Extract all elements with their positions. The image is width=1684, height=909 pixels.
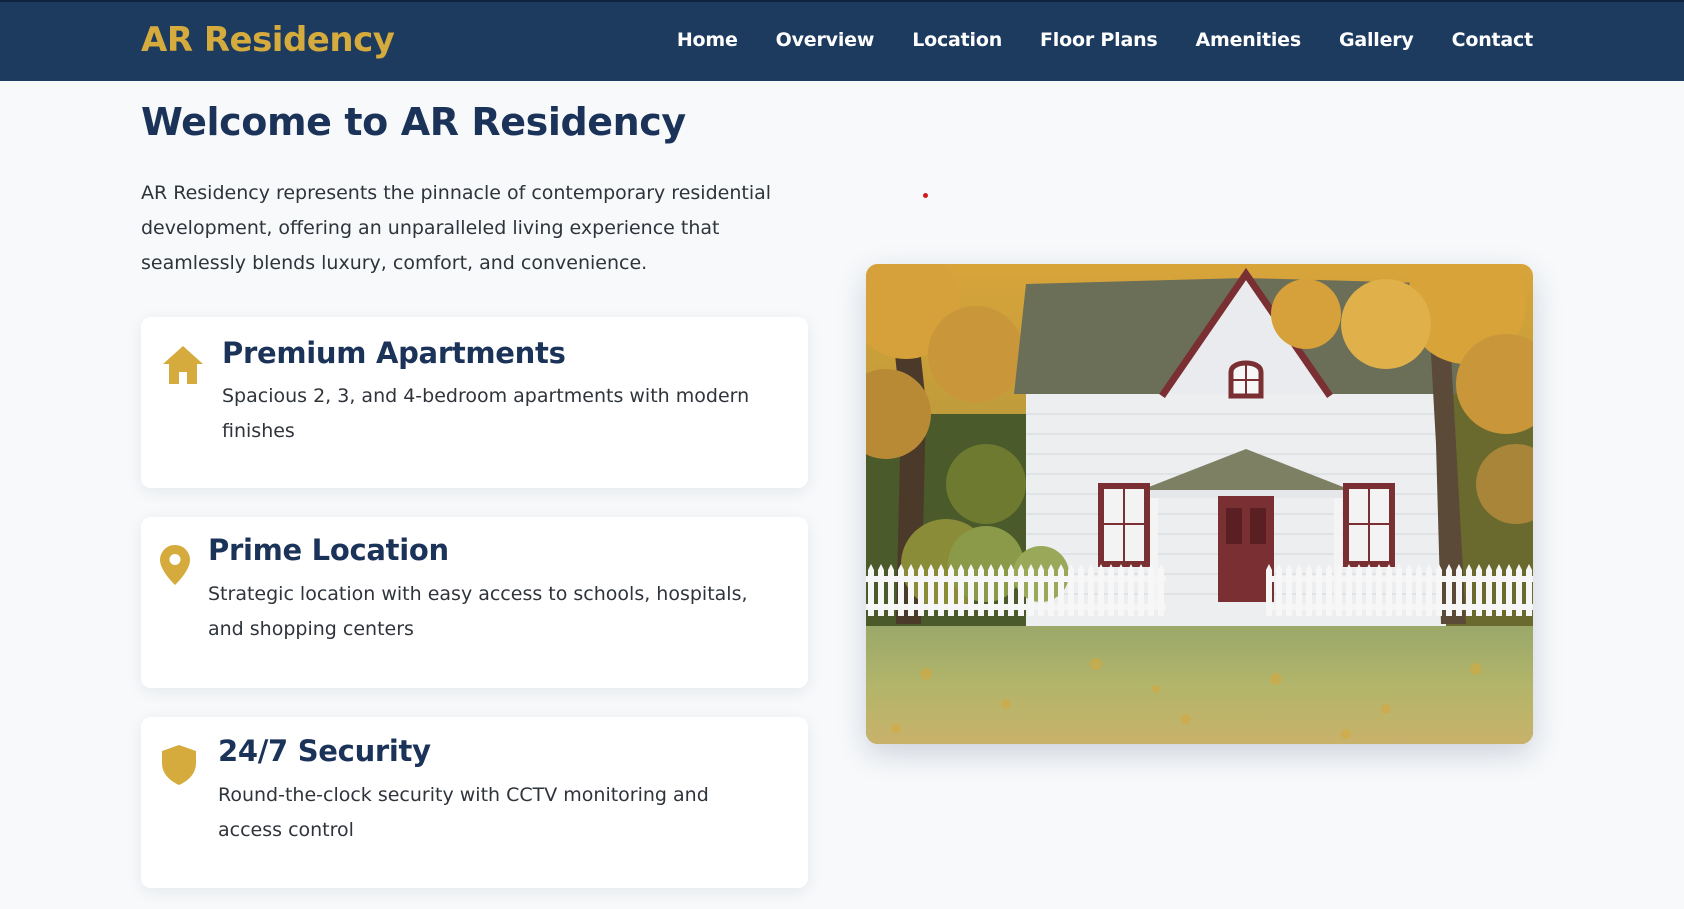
- fence-picket: [1008, 564, 1014, 616]
- nav-links: Home Overview Location Floor Plans Ameni…: [677, 29, 1533, 51]
- fence-picket: [878, 564, 884, 616]
- fence-picket: [1266, 564, 1272, 616]
- fence-picket: [1406, 564, 1412, 616]
- fence-picket: [1366, 564, 1372, 616]
- fence-picket: [1326, 564, 1332, 616]
- home-icon: [163, 346, 203, 384]
- fence-picket: [1148, 564, 1154, 616]
- feature-description: Strategic location with easy access to s…: [208, 583, 748, 640]
- nav-link-gallery[interactable]: Gallery: [1339, 29, 1414, 51]
- fence-picket: [1108, 564, 1114, 616]
- nav-link-amenities[interactable]: Amenities: [1196, 29, 1302, 51]
- fence-picket: [1128, 564, 1134, 616]
- fence-picket: [968, 564, 974, 616]
- nav-link-contact[interactable]: Contact: [1452, 29, 1534, 51]
- feature-card-security: 24/7 Security Round-the-clock security w…: [141, 717, 808, 888]
- fence-picket: [1296, 564, 1302, 616]
- fence-picket: [1286, 564, 1292, 616]
- location-pin-icon: [160, 545, 190, 585]
- fence-picket: [1526, 564, 1532, 616]
- shield-icon: [162, 745, 196, 785]
- fence-picket: [1346, 564, 1352, 616]
- intro-paragraph: AR Residency represents the pinnacle of …: [141, 182, 772, 274]
- fence-picket: [1446, 564, 1452, 616]
- fence-picket: [1376, 564, 1382, 616]
- fence-picket: [1506, 564, 1512, 616]
- fence-picket: [1336, 564, 1342, 616]
- feature-title: 24/7 Security: [218, 734, 431, 768]
- fence-picket: [988, 564, 994, 616]
- fence-picket: [998, 564, 1004, 616]
- fence-picket: [1416, 564, 1422, 616]
- fence-picket: [1456, 564, 1462, 616]
- fence-picket: [1466, 564, 1472, 616]
- fence-picket: [888, 564, 894, 616]
- fence-picket: [868, 564, 874, 616]
- page: AR Residency Home Overview Location Floo…: [0, 0, 1684, 909]
- fence-picket: [1436, 564, 1442, 616]
- fence-picket: [898, 564, 904, 616]
- fence-picket: [1476, 564, 1482, 616]
- fence-picket: [1158, 564, 1164, 616]
- feature-title: Premium Apartments: [222, 336, 566, 370]
- fence-picket: [1088, 564, 1094, 616]
- fence-picket: [1306, 564, 1312, 616]
- fence-picket: [1098, 564, 1104, 616]
- fence-picket: [908, 564, 914, 616]
- fence-picket: [918, 564, 924, 616]
- fence-picket: [1316, 564, 1322, 616]
- page-title: Welcome to AR Residency: [141, 100, 686, 144]
- nav-link-location[interactable]: Location: [912, 29, 1002, 51]
- fence-picket: [1118, 564, 1124, 616]
- fence-picket: [1496, 564, 1502, 616]
- fence-picket: [1516, 564, 1522, 616]
- feature-description: Spacious 2, 3, and 4-bedroom apartments …: [222, 385, 750, 442]
- fence-picket: [958, 564, 964, 616]
- navbar: AR Residency Home Overview Location Floo…: [0, 0, 1684, 81]
- fence-picket: [978, 564, 984, 616]
- fence-picket: [928, 564, 934, 616]
- fence-picket: [1426, 564, 1432, 616]
- nav-link-home[interactable]: Home: [677, 29, 738, 51]
- fence-picket: [1276, 564, 1282, 616]
- fence-picket: [1356, 564, 1362, 616]
- fence-picket: [938, 564, 944, 616]
- fence-picket: [1078, 564, 1084, 616]
- nav-link-overview[interactable]: Overview: [776, 29, 875, 51]
- nav-link-floor-plans[interactable]: Floor Plans: [1040, 29, 1158, 51]
- fence-picket: [1486, 564, 1492, 616]
- fence-picket: [1028, 564, 1034, 616]
- fence-picket: [1138, 564, 1144, 616]
- fence-picket: [1048, 564, 1054, 616]
- house-illustration: [866, 264, 1533, 744]
- feature-title: Prime Location: [208, 533, 449, 567]
- fence-picket: [1058, 564, 1064, 616]
- feature-description: Round-the-clock security with CCTV monit…: [218, 784, 709, 841]
- fence-picket: [1068, 564, 1074, 616]
- feature-card-premium-apartments: Premium Apartments Spacious 2, 3, and 4-…: [141, 317, 808, 488]
- fence-picket: [1038, 564, 1044, 616]
- house-image: [866, 264, 1533, 744]
- fence-picket: [1386, 564, 1392, 616]
- fence-picket: [1018, 564, 1024, 616]
- feature-card-prime-location: Prime Location Strategic location with e…: [141, 517, 808, 688]
- fence-picket: [948, 564, 954, 616]
- fence-picket: [1396, 564, 1402, 616]
- decorative-dot: [923, 193, 928, 198]
- brand-logo[interactable]: AR Residency: [141, 20, 395, 60]
